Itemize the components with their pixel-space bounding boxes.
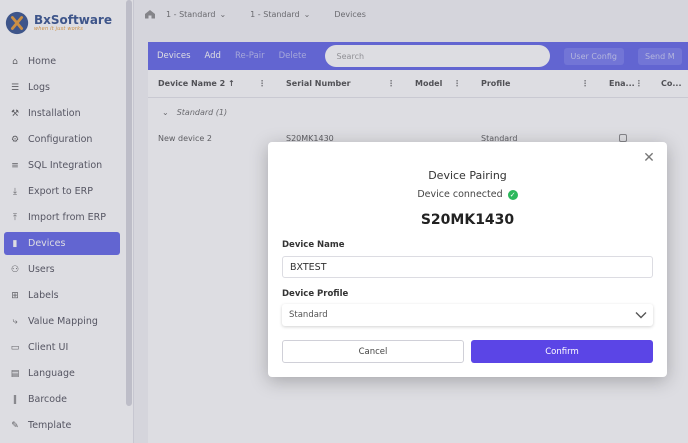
connection-status: Device connected ✓ xyxy=(268,189,667,200)
close-icon[interactable]: ✕ xyxy=(642,151,656,165)
device-pairing-dialog: ✕ Device Pairing Device connected ✓ S20M… xyxy=(268,142,667,377)
check-circle-icon: ✓ xyxy=(507,189,518,200)
device-name-input[interactable]: BXTEST xyxy=(282,256,653,278)
confirm-button[interactable]: Confirm xyxy=(471,340,653,363)
cancel-button[interactable]: Cancel xyxy=(282,340,464,363)
device-name-label: Device Name xyxy=(282,240,345,250)
device-profile-label: Device Profile xyxy=(282,289,349,299)
chevron-down-icon xyxy=(635,312,647,319)
device-serial: S20MK1430 xyxy=(420,212,515,228)
device-profile-select[interactable]: Standard xyxy=(282,304,653,326)
dialog-title: Device Pairing xyxy=(428,169,507,182)
